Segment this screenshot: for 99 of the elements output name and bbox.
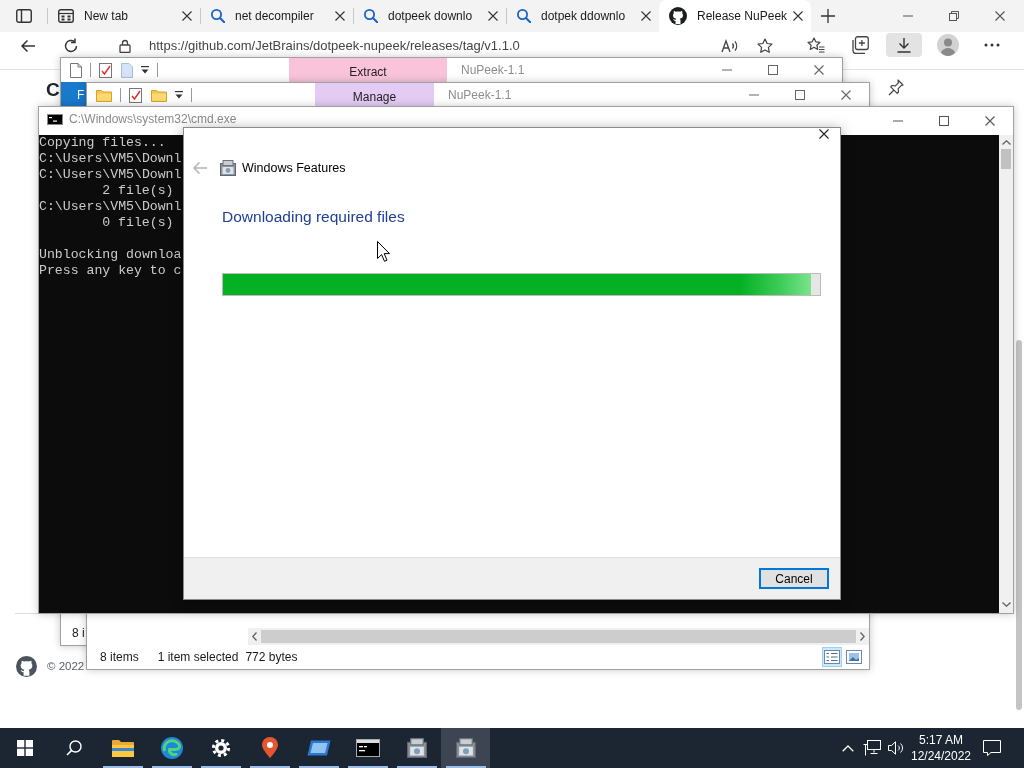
taskbar-button[interactable] [441, 728, 490, 768]
console-line: Press any key to c [39, 263, 182, 278]
notification-icon[interactable] [983, 740, 1001, 756]
dialog-title: Windows Features [242, 161, 346, 175]
more-icon[interactable] [984, 43, 1000, 47]
vertical-scrollbar[interactable] [999, 135, 1013, 613]
scrollbar-thumb[interactable] [261, 630, 856, 643]
close-icon[interactable] [182, 11, 192, 21]
scroll-right-icon[interactable] [860, 632, 865, 641]
console-line: C:\Users\VM5\Downl [39, 167, 182, 182]
browser-tab[interactable]: dotpek ddownlo [507, 0, 659, 32]
search-icon [517, 9, 531, 23]
url-text[interactable]: https://github.com/JetBrains/dotpeek-nupeek/releases/tag/v1.1.0 [149, 38, 520, 54]
console-line: C:\Users\VM5\Downl [39, 199, 182, 214]
search-icon [211, 9, 225, 23]
cat-logo-icon [16, 655, 37, 677]
ribbon-context-tab[interactable]: Extract [289, 58, 447, 82]
browser-tab[interactable]: net decompiler [201, 0, 353, 32]
folder-icon [111, 739, 134, 757]
scrollbar-thumb[interactable] [1001, 149, 1011, 169]
item-count: 8 items [100, 650, 139, 664]
close-icon[interactable] [793, 11, 803, 21]
tab-actions-icon[interactable] [15, 9, 32, 23]
browser-tab[interactable]: Release NuPeek [659, 0, 811, 32]
console-line: 2 file(s) [102, 183, 174, 198]
swirl-logo-icon [160, 737, 183, 759]
star-list-icon[interactable] [807, 37, 825, 53]
clock-time[interactable]: 5:17 AM [919, 732, 963, 748]
window-title: NuPeek-1.1 [448, 88, 512, 102]
properties-icon[interactable] [99, 62, 113, 78]
file-size: 772 bytes [245, 650, 298, 664]
scrollbar-thumb[interactable] [1016, 340, 1022, 710]
window-title: NuPeek-1.1 [461, 63, 525, 77]
restore-icon[interactable] [949, 11, 959, 21]
network-icon[interactable] [863, 740, 881, 756]
volume-icon[interactable] [888, 741, 904, 755]
browser-tab[interactable]: dotpeek downlo [354, 0, 506, 32]
maximize-icon[interactable] [795, 90, 805, 100]
copyright-text: © 2022 [47, 660, 85, 672]
caret-icon[interactable] [175, 91, 183, 99]
scroll-down-icon[interactable] [1001, 602, 1011, 607]
file-tab[interactable]: F [61, 82, 86, 107]
caret-icon[interactable] [141, 66, 149, 74]
scroll-up-icon[interactable] [1001, 140, 1011, 145]
close-icon[interactable] [641, 11, 651, 21]
plus-icon[interactable] [821, 9, 835, 23]
chevron-up-icon[interactable] [842, 744, 854, 752]
installer-icon [455, 738, 476, 758]
close-icon[interactable] [488, 11, 498, 21]
cancel-button[interactable]: Cancel [759, 568, 829, 589]
details-view-icon [824, 650, 840, 664]
installer-icon [406, 738, 427, 758]
location-pin-icon [260, 737, 279, 759]
toolbar-button[interactable] [886, 33, 922, 57]
search-icon [364, 9, 378, 23]
maximize-icon[interactable] [768, 65, 778, 75]
lock-icon[interactable] [119, 39, 131, 53]
properties-icon[interactable] [129, 87, 143, 103]
page-grid-icon [58, 9, 74, 23]
installer-icon [220, 160, 236, 176]
item-count: 8 i [72, 626, 85, 640]
pin-icon[interactable] [888, 79, 904, 96]
terminal-icon [355, 739, 380, 757]
gear-icon [210, 738, 231, 758]
search-icon[interactable] [65, 740, 82, 756]
console-line: C:\Users\VM5\Downl [39, 151, 182, 166]
status-heading: Downloading required files [222, 207, 406, 227]
page-icon[interactable] [70, 62, 82, 78]
ribbon-context-tab[interactable]: Manage [315, 83, 434, 107]
tilted-window-icon [306, 740, 331, 756]
console-line: Copying files... [39, 135, 166, 150]
star-icon[interactable] [757, 38, 773, 54]
console-line: 0 file(s) [102, 215, 174, 230]
large-icons-view-icon [846, 650, 862, 664]
window-title: C:\Windows\system32\cmd.exe [69, 112, 237, 126]
console-line: Unblocking downloa [39, 247, 182, 262]
view-button[interactable] [844, 647, 864, 667]
window-panes-icon[interactable] [16, 740, 33, 756]
download-icon[interactable] [896, 37, 912, 53]
cat-logo-icon [669, 7, 687, 25]
clock-date[interactable]: 12/24/2022 [910, 748, 972, 764]
mouse-cursor-icon [377, 241, 390, 262]
browser-tab[interactable]: New tab [48, 0, 200, 32]
horizontal-scrollbar[interactable] [248, 628, 869, 645]
close-icon[interactable] [335, 11, 345, 21]
back-icon[interactable] [20, 39, 36, 53]
console-icon [47, 114, 63, 125]
avatar-icon[interactable] [937, 34, 959, 56]
page-heading: C [46, 78, 60, 102]
refresh-icon[interactable] [63, 38, 79, 54]
selection-info: 1 item selected [157, 650, 239, 664]
read-aloud-icon[interactable] [721, 39, 739, 53]
view-button[interactable] [822, 647, 842, 667]
close-icon[interactable] [985, 116, 995, 126]
maximize-icon[interactable] [939, 116, 949, 126]
collections-icon[interactable] [851, 36, 869, 54]
scroll-left-icon[interactable] [252, 632, 257, 641]
close-icon[interactable] [995, 11, 1005, 21]
close-icon[interactable] [819, 129, 829, 139]
